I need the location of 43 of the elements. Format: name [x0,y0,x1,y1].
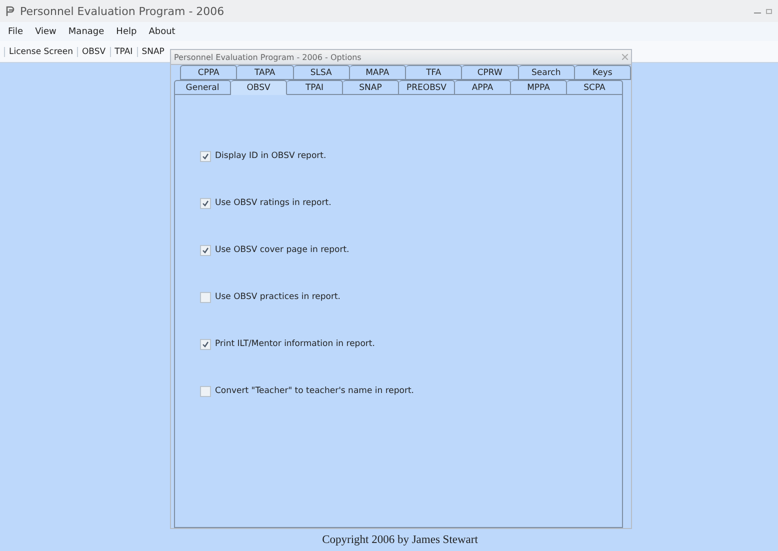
tab[interactable]: Keys [574,65,631,80]
menu-item[interactable]: About [148,26,176,36]
menu-item[interactable]: Manage [68,26,104,36]
tab[interactable]: PREOBSV [399,80,455,95]
tab[interactable]: MPPA [511,80,567,95]
option-label: Use OBSV ratings in report. [215,198,332,208]
tab[interactable]: Search [518,65,575,80]
tab[interactable]: TFA [406,65,462,80]
checkbox[interactable] [200,292,211,302]
toolbar-button[interactable]: SNAP [136,46,168,56]
checkbox[interactable] [200,244,211,256]
tab[interactable]: TAPA [237,65,294,80]
close-icon[interactable] [622,54,628,60]
app-logo-icon [6,6,15,16]
tab[interactable]: CPRW [462,65,518,80]
menu-item[interactable]: View [35,26,56,36]
tab[interactable]: General [174,80,231,95]
tab[interactable]: APPA [455,80,511,95]
tab[interactable]: CPPA [180,65,238,80]
option-label: Use OBSV cover page in report. [215,245,350,255]
tab[interactable]: SLSA [294,65,350,80]
tab[interactable]: OBSV [231,80,287,95]
dialog-title: Personnel Evaluation Program - 2006 - Options [174,52,362,62]
option-label: Print ILT/Mentor information in report. [215,339,375,349]
option-label: Display ID in OBSV report. [215,151,326,161]
checkbox[interactable] [200,386,211,396]
menu-item[interactable]: File [8,26,24,36]
tab[interactable]: TPAI [287,80,343,95]
toolbar-button[interactable]: OBSV [76,46,110,56]
option-label: Convert "Teacher" to teacher's name in report. [215,386,414,396]
window-title: Personnel Evaluation Program - 2006 [20,4,226,18]
tab[interactable]: SNAP [343,80,399,95]
copyright-text: Copyright 2006 by James Stewart [322,534,478,546]
tab[interactable]: MAPA [350,65,406,80]
checkbox[interactable] [200,198,211,208]
tab[interactable]: SCPA [567,80,623,95]
checkbox[interactable] [200,150,211,162]
checkbox[interactable] [200,338,211,350]
toolbar-button[interactable]: TPAI [110,46,137,56]
option-label: Use OBSV practices in report. [215,292,340,302]
menu-item[interactable]: Help [116,26,137,36]
toolbar-button[interactable]: License Screen [4,46,77,56]
maximize-icon[interactable] [766,8,772,14]
